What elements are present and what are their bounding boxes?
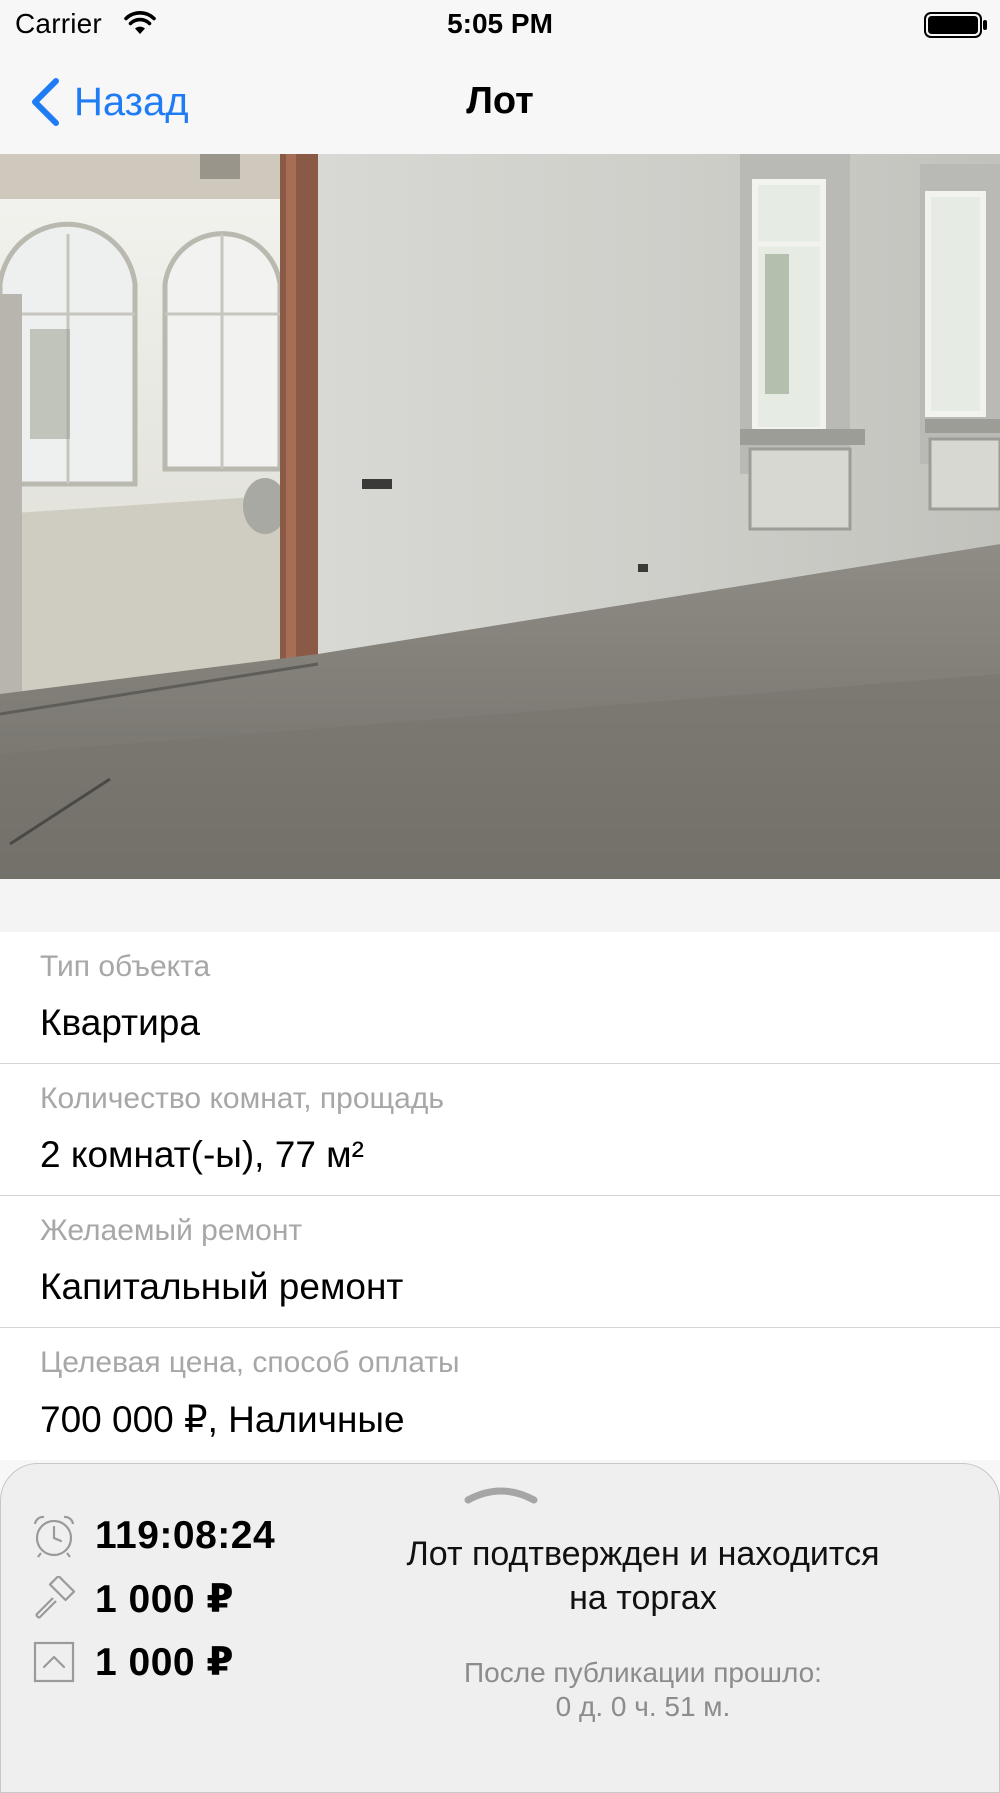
arrow-up-square-icon [33,1641,75,1683]
detail-row-renovation: Желаемый ремонт Капитальный ремонт [0,1196,1000,1328]
lot-status-line2: на торгах [569,1579,717,1617]
status-bar: Carrier 5:05 PM [0,0,1000,50]
current-bid-row: 1 000 ₽ [31,1576,234,1622]
lot-photo[interactable] [0,154,1000,879]
detail-row-rooms-area: Количество комнат, прощадь 2 комнат(-ы),… [0,1064,1000,1196]
detail-value: Квартира [40,1002,200,1043]
elapsed-value: 0 д. 0 ч. 51 м. [555,1691,731,1722]
bid-step-value: 1 000 ₽ [95,1640,235,1684]
bid-step-row: 1 000 ₽ [31,1639,234,1685]
lot-details-list: Тип объекта Квартира Количество комнат, … [0,932,1000,1460]
page-title: Лот [466,80,534,122]
detail-row-object-type: Тип объекта Квартира [0,932,1000,1064]
detail-value: 700 000 ₽, Наличные [40,1399,405,1440]
auction-panel[interactable]: 119:08:24 1 000 ₽ 1 000 ₽ Лот подтвержде… [0,1463,1000,1793]
drag-handle-icon[interactable] [464,1482,538,1506]
detail-label: Количество комнат, прощадь [40,1082,445,1115]
detail-label: Тип объекта [40,950,211,983]
elapsed-label: После публикации прошло: [464,1657,822,1688]
gavel-icon [35,1576,76,1619]
lot-photo-image [0,154,1000,879]
alarm-clock-icon [33,1515,75,1558]
navigation-bar: Назад Лот [0,50,1000,154]
detail-row-price-payment: Целевая цена, способ оплаты 700 000 ₽, Н… [0,1328,1000,1460]
detail-label: Желаемый ремонт [40,1214,303,1247]
section-spacer [0,879,1000,932]
timer-row: 119:08:24 [31,1513,275,1559]
lot-status-block: Лот подтвержден и находится на торгах По… [343,1532,943,1724]
timer-value: 119:08:24 [95,1514,276,1557]
current-bid-value: 1 000 ₽ [95,1577,235,1621]
detail-value: 2 комнат(-ы), 77 м² [40,1134,364,1175]
lot-status-line1: Лот подтвержден и находится [406,1535,880,1573]
detail-value: Капитальный ремонт [40,1266,404,1307]
battery-icon [924,12,987,38]
detail-label: Целевая цена, способ оплаты [40,1346,460,1379]
status-time: 5:05 PM [447,8,553,39]
